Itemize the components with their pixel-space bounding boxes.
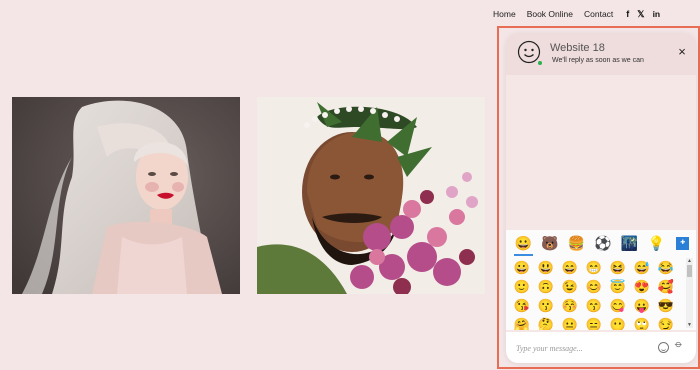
facebook-icon[interactable]: f bbox=[626, 9, 629, 19]
emoji-item[interactable]: 😋 bbox=[606, 296, 630, 315]
nav-link-book-online[interactable]: Book Online bbox=[527, 9, 573, 19]
emoji-item[interactable]: 🙂 bbox=[510, 277, 534, 296]
emoji-item[interactable]: 😛 bbox=[630, 296, 654, 315]
emoji-item[interactable]: 😐 bbox=[558, 315, 582, 330]
attachment-paperclip-icon[interactable]: ⌀ bbox=[672, 339, 689, 356]
emoji-item[interactable]: 🙄 bbox=[630, 315, 654, 330]
scroll-up-arrow-icon[interactable]: ▲ bbox=[686, 258, 693, 264]
scroll-down-arrow-icon[interactable]: ▼ bbox=[686, 322, 693, 328]
emoji-item[interactable]: 😙 bbox=[582, 296, 606, 315]
emoji-item[interactable]: 😘 bbox=[510, 296, 534, 315]
emoji-category-travel[interactable]: 🌃 bbox=[616, 232, 643, 254]
twitter-icon[interactable]: 𝕏 bbox=[637, 9, 644, 19]
chat-subtitle: We'll reply as soon as we can bbox=[552, 57, 644, 64]
emoji-item[interactable]: 😶 bbox=[606, 315, 630, 330]
emoji-item[interactable]: 😎 bbox=[654, 296, 678, 315]
close-chat-button[interactable]: × bbox=[676, 45, 688, 58]
emoji-category-objects[interactable]: 💡 bbox=[643, 232, 670, 254]
emoji-item[interactable]: 😏 bbox=[654, 315, 678, 330]
emoji-item[interactable]: 🙃 bbox=[534, 277, 558, 296]
emoji-item[interactable]: 😗 bbox=[534, 296, 558, 315]
chat-widget: Website 18 We'll reply as soon as we can… bbox=[506, 33, 696, 363]
emoji-item[interactable]: 😍 bbox=[630, 277, 654, 296]
emoji-item[interactable]: 😚 bbox=[558, 296, 582, 315]
emoji-category-symbols[interactable]: ✚ bbox=[669, 232, 696, 254]
emoji-item[interactable]: 🤗 bbox=[510, 315, 534, 330]
symbols-icon: ✚ bbox=[676, 236, 690, 250]
emoji-item[interactable]: 😉 bbox=[558, 277, 582, 296]
emoji-item[interactable]: 😅 bbox=[630, 258, 654, 277]
emoji-item[interactable]: 😃 bbox=[534, 258, 558, 277]
scroll-thumb[interactable] bbox=[687, 265, 692, 277]
gallery-image-flower-man[interactable] bbox=[257, 97, 485, 294]
emoji-category-animals[interactable]: 🐻 bbox=[537, 232, 564, 254]
emoji-picker: 😀 🐻 🍔 ⚽ 🌃 💡 ✚ 😀 😃 😄 😁 😆 😅 😂 🙂 🙃 😉 😊 😇 😍 🥰 😘 😗 😚 😙 😋 😛 😎 🤗 🤔 😐 😑 😶… bbox=[506, 230, 696, 330]
emoji-item[interactable]: 😀 bbox=[510, 258, 534, 277]
online-status-dot bbox=[537, 60, 543, 66]
emoji-category-tabs: 😀 🐻 🍔 ⚽ 🌃 💡 ✚ bbox=[506, 230, 696, 256]
emoji-item[interactable]: 🤔 bbox=[534, 315, 558, 330]
message-composer: ⌀ bbox=[506, 332, 696, 363]
social-bar: f 𝕏 in bbox=[626, 9, 668, 19]
gallery-image-veiled-woman[interactable] bbox=[12, 97, 240, 294]
chat-title: Website 18 bbox=[550, 42, 605, 54]
emoji-item[interactable]: 😑 bbox=[582, 315, 606, 330]
emoji-scrollbar[interactable]: ▲ ▼ bbox=[686, 258, 693, 328]
emoji-item[interactable]: 😇 bbox=[606, 277, 630, 296]
emoji-category-smileys[interactable]: 😀 bbox=[510, 232, 537, 256]
emoji-item[interactable]: 😆 bbox=[606, 258, 630, 277]
linkedin-icon[interactable]: in bbox=[653, 10, 661, 19]
emoji-item[interactable]: 🥰 bbox=[654, 277, 678, 296]
emoji-toggle-icon[interactable] bbox=[658, 342, 669, 353]
nav-link-home[interactable]: Home bbox=[493, 9, 516, 19]
emoji-grid: 😀 😃 😄 😁 😆 😅 😂 🙂 🙃 😉 😊 😇 😍 🥰 😘 😗 😚 😙 😋 😛 😎 🤗 🤔 😐 😑 😶 🙄 😏 bbox=[510, 258, 680, 330]
emoji-item[interactable]: 😄 bbox=[558, 258, 582, 277]
message-input[interactable] bbox=[516, 341, 656, 355]
emoji-item[interactable]: 😊 bbox=[582, 277, 606, 296]
top-nav: Home Book Online Contact f 𝕏 in bbox=[493, 9, 668, 19]
emoji-category-food[interactable]: 🍔 bbox=[563, 232, 590, 254]
chat-header: Website 18 We'll reply as soon as we can… bbox=[506, 33, 696, 75]
emoji-category-activities[interactable]: ⚽ bbox=[590, 232, 617, 254]
emoji-item[interactable]: 😂 bbox=[654, 258, 678, 277]
emoji-item[interactable]: 😁 bbox=[582, 258, 606, 277]
nav-link-contact[interactable]: Contact bbox=[584, 9, 613, 19]
